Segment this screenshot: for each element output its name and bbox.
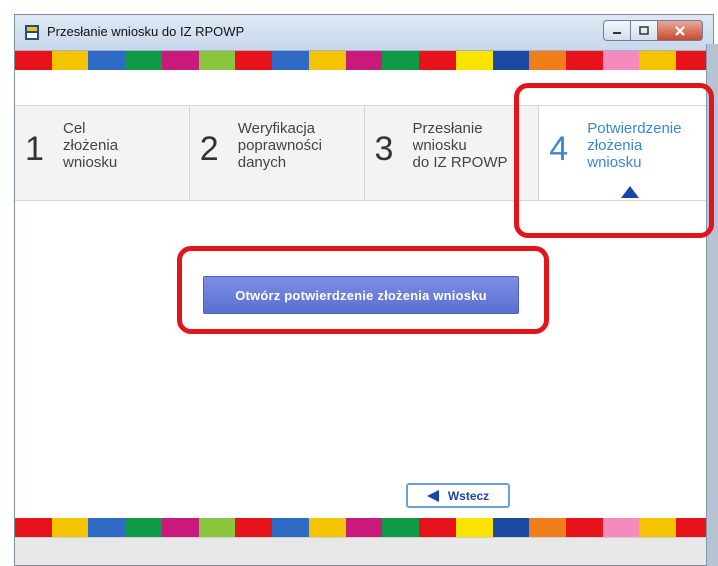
application-window: Przesłanie wniosku do IZ RPOWP 1 Cel zło… [14,14,714,566]
stripe-segment [308,51,346,70]
bottom-color-stripe [15,518,713,537]
title-bar: Przesłanie wniosku do IZ RPOWP [15,15,713,51]
step-number: 1 [25,130,44,168]
stripe-segment [272,51,309,70]
stripe-segment [88,51,126,70]
close-icon [675,25,685,36]
step-2[interactable]: 2 Weryfikacja poprawności danych [189,106,365,200]
back-button[interactable]: Wstecz [406,483,510,508]
step-number: 4 [549,130,569,168]
stripe-segment [382,518,420,537]
stripe-segment [419,518,456,537]
stripe-segment [566,518,603,537]
stripe-segment [529,518,567,537]
stripe-segment [51,518,89,537]
stripe-segment [639,518,677,537]
back-arrow-icon [426,489,439,502]
step-label: Potwierdzenie złożenia wniosku [587,120,682,171]
stripe-segment [602,51,640,70]
stripe-segment [125,51,162,70]
stripe-segment [88,518,126,537]
triangle-up-icon [621,186,640,198]
stripe-segment [529,51,567,70]
stripe-segment [125,518,162,537]
stripe-segment [272,518,309,537]
stripe-segment [235,518,273,537]
maximize-icon [639,25,649,35]
back-button-label: Wstecz [447,488,490,503]
step-1[interactable]: 1 Cel złożenia wniosku [15,106,190,200]
stripe-segment [382,51,420,70]
app-icon [25,25,39,40]
stripe-segment [566,51,603,70]
step-number: 3 [374,130,394,168]
step-number: 2 [199,130,219,168]
stripe-segment [639,51,677,70]
stripe-segment [51,51,89,70]
stripe-segment [235,51,273,70]
stripe-segment [161,51,199,70]
stripe-segment [602,518,640,537]
stripe-segment [15,51,52,70]
stripe-segment [345,51,383,70]
wizard-content: 1 Cel złożenia wniosku 2 Weryfikacja pop… [15,70,713,518]
stripe-segment [419,51,456,70]
window-controls [603,20,703,41]
status-bar [15,537,713,565]
minimize-icon [613,31,621,34]
step-3[interactable]: 3 Przesłanie wniosku do IZ RPOWP [364,106,540,200]
step-4[interactable]: 4 Potwierdzenie złożenia wniosku [539,106,713,200]
step-label: Weryfikacja poprawności danych [237,120,322,171]
wizard-steps: 1 Cel złożenia wniosku 2 Weryfikacja pop… [15,105,713,201]
stripe-segment [345,518,383,537]
minimize-button[interactable] [603,20,630,41]
window-title: Przesłanie wniosku do IZ RPOWP [47,24,245,39]
stripe-segment [161,518,199,537]
stripe-segment [455,51,493,70]
stripe-segment [492,518,530,537]
stripe-segment [492,51,530,70]
stripe-segment [198,51,236,70]
step-label: Cel złożenia wniosku [63,120,119,171]
background-window-edge [706,44,718,566]
maximize-button[interactable] [630,20,657,41]
stripe-segment [308,518,346,537]
step-label: Przesłanie wniosku do IZ RPOWP [412,120,508,171]
stripe-segment [15,518,52,537]
open-confirmation-button[interactable]: Otwórz potwierdzenie złożenia wniosku [203,276,519,314]
close-button[interactable] [657,20,703,41]
stripe-segment [455,518,493,537]
top-color-stripe [15,51,713,70]
stripe-segment [198,518,236,537]
